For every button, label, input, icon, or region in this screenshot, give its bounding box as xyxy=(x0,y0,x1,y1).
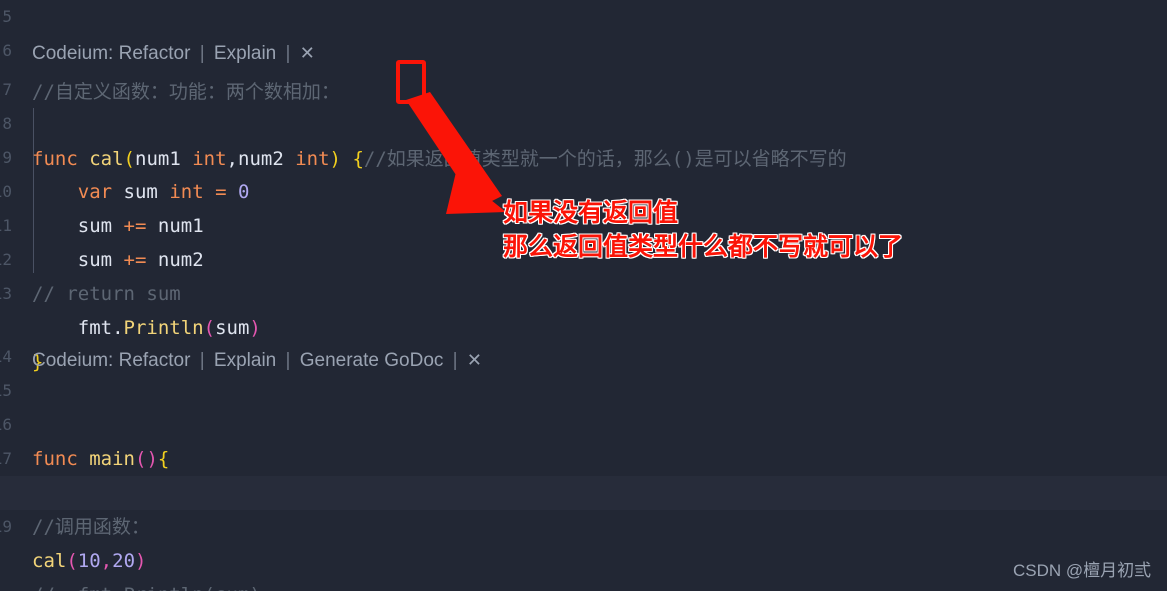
codeium-generate-godoc-action[interactable]: Generate GoDoc xyxy=(300,350,444,371)
codelens-separator: | xyxy=(199,350,205,371)
codeium-explain-action[interactable]: Explain xyxy=(214,350,276,371)
code-editor[interactable]: 5 6 7 8 9 10 11 12 13 14 15 16 17 18 19 … xyxy=(0,0,1167,591)
code-line-commented-println[interactable]: // fmt.Println(sum) xyxy=(0,510,1167,591)
codelens-separator: | xyxy=(285,350,291,371)
codeium-refactor-action[interactable]: Refactor xyxy=(119,350,191,371)
annotation-highlight-rectangle xyxy=(396,60,426,104)
watermark: CSDN @檀月初弎 xyxy=(1013,561,1152,580)
close-icon[interactable]: ✕ xyxy=(300,43,315,63)
code-line-close-brace-main[interactable]: } xyxy=(0,544,1167,578)
codelens-separator: | xyxy=(452,350,458,371)
codeium-codelens-cal[interactable]: Codeium: Refactor | Explain | ✕ xyxy=(32,38,315,68)
code-line-func-cal[interactable]: func cal(num1 int,num2 int) {//如果返回值类型就一… xyxy=(0,74,1167,170)
code-line-comment-header[interactable]: //自定义函数：功能：两个数相加： xyxy=(0,7,1167,103)
annotation-text-line-2: 那么返回值类型什么都不写就可以了 xyxy=(503,232,904,261)
codeium-label: Codeium: xyxy=(32,43,114,64)
codeium-refactor-action[interactable]: Refactor xyxy=(119,43,191,64)
annotation-text-line-1: 如果没有返回值 xyxy=(503,198,679,227)
codelens-separator: | xyxy=(285,43,291,64)
codeium-codelens-main[interactable]: Codeium: Refactor | Explain | Generate G… xyxy=(32,345,482,375)
close-icon[interactable]: ✕ xyxy=(467,350,482,370)
code-line-sum-plus-num1[interactable]: sum += num1 xyxy=(0,141,1167,237)
code-line-cal-call-current[interactable]: cal(10,20) xyxy=(0,476,1167,572)
codeium-explain-action[interactable]: Explain xyxy=(214,43,276,64)
code-line-var-sum[interactable]: var sum int = 0 xyxy=(0,107,1167,203)
codeium-label: Codeium: xyxy=(32,350,114,371)
codelens-separator: | xyxy=(199,43,205,64)
code-line-comment-feature[interactable]: //功能：10+20 xyxy=(0,408,1167,504)
code-line-close-brace-cal[interactable]: } xyxy=(0,277,1167,373)
code-line-func-main[interactable]: func main(){ xyxy=(0,374,1167,470)
code-line-comment-call[interactable]: //调用函数： xyxy=(0,442,1167,538)
